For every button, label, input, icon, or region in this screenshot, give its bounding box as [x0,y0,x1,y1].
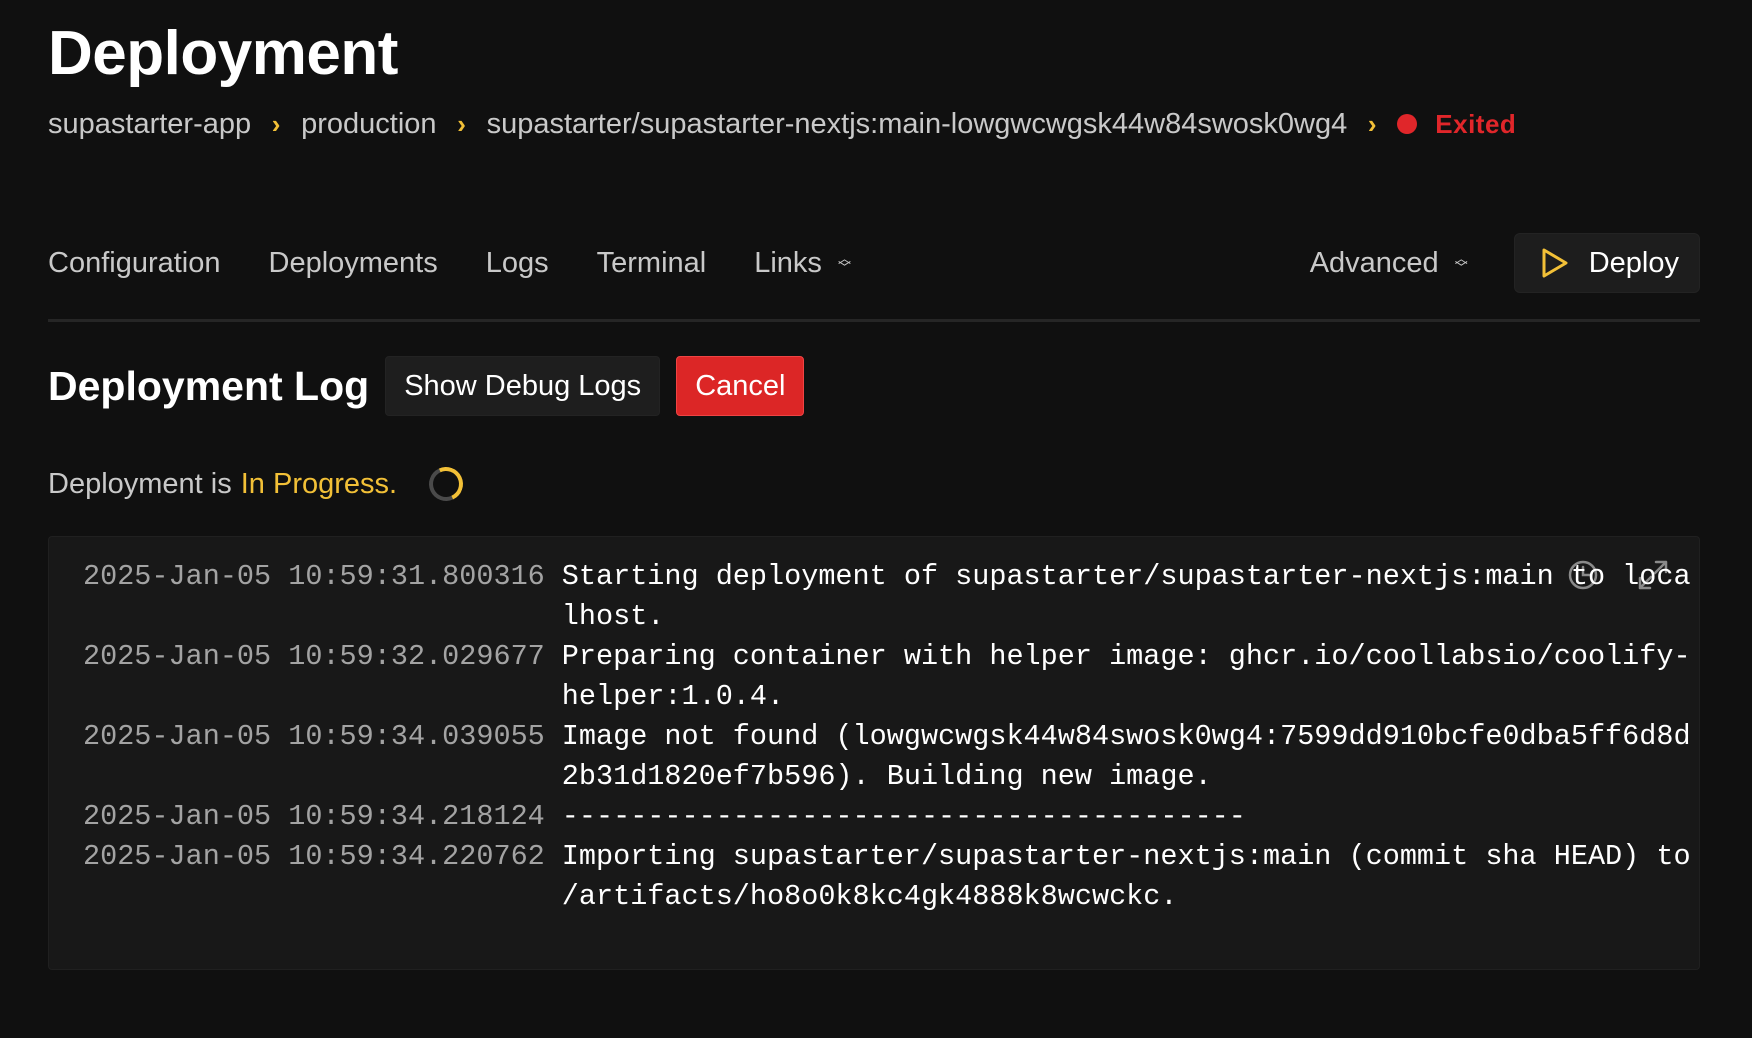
log-timestamp: 2025-Jan-05 10:59:34.220762 [83,840,545,873]
tab-configuration[interactable]: Configuration [48,247,221,280]
log-message: Starting deployment of supastarter/supas… [561,560,1691,633]
chevron-up-down-icon: ︿ ﹀ [1454,251,1468,275]
breadcrumb-application[interactable]: supastarter/supastarter-nextjs:main-lowg… [487,108,1348,141]
log-lines: 2025-Jan-05 10:59:31.800316 Starting dep… [83,557,1691,917]
deployment-log-title: Deployment Log [48,362,370,409]
log-timestamp: 2025-Jan-05 10:59:34.039055 [83,720,545,753]
log-line: 2025-Jan-05 10:59:32.029677 Preparing co… [83,637,1691,717]
deploy-button-label: Deploy [1588,246,1679,279]
log-line: 2025-Jan-05 10:59:34.220762 Importing su… [83,837,1691,917]
tab-terminal[interactable]: Terminal [597,247,707,280]
chevron-right-icon: › [1367,108,1377,139]
breadcrumb: supastarter-app › production › supastart… [48,104,1516,144]
deployment-status-value: In Progress. [240,467,398,500]
links-dropdown-label: Links [754,246,822,279]
tab-logs[interactable]: Logs [486,247,549,280]
deploy-button[interactable]: Deploy [1513,233,1700,293]
tab-deployments[interactable]: Deployments [269,247,438,280]
breadcrumb-project[interactable]: supastarter-app [48,108,251,141]
log-timestamp: 2025-Jan-05 10:59:31.800316 [83,560,545,593]
log-panel[interactable]: 2025-Jan-05 10:59:31.800316 Starting dep… [48,536,1700,970]
log-line: 2025-Jan-05 10:59:34.218124 ------------… [83,797,1683,837]
show-debug-logs-button[interactable]: Show Debug Logs [385,356,661,416]
page-title: Deployment [48,19,398,88]
app-nav: Configuration Deployments Logs Terminal … [48,232,1700,294]
log-line: 2025-Jan-05 10:59:31.800316 Starting dep… [83,557,1691,637]
chevron-right-icon: › [457,108,466,139]
links-dropdown[interactable]: Links ︿ ﹀ [754,247,851,280]
chevron-up-down-icon: ︿ ﹀ [837,251,851,275]
status-dot-icon [1397,114,1418,134]
log-message: Preparing container with helper image: g… [561,640,1691,713]
loading-spinner-icon [424,462,468,506]
log-timestamp: 2025-Jan-05 10:59:32.029677 [83,640,545,673]
nav-divider [48,319,1700,322]
log-message: ---------------------------------------- [561,800,1246,833]
log-message: Importing supastarter/supastarter-nextjs… [561,840,1691,913]
deployment-log-header: Deployment Log Show Debug Logs Cancel [48,356,805,416]
log-line: 2025-Jan-05 10:59:34.039055 Image not fo… [83,717,1691,797]
log-timestamp: 2025-Jan-05 10:59:34.218124 [83,800,545,833]
cancel-button[interactable]: Cancel [676,356,805,416]
advanced-dropdown[interactable]: Advanced ︿ ﹀ [1310,247,1468,280]
log-message: Image not found (lowgwcwgsk44w84swosk0wg… [561,720,1691,793]
advanced-dropdown-label: Advanced [1309,246,1439,279]
deployment-status-line: Deployment is In Progress. [48,462,468,506]
play-icon [1542,248,1568,278]
status-badge: Exited [1435,108,1517,139]
deployment-status-prefix: Deployment is [48,467,232,500]
chevron-right-icon: › [271,108,281,139]
breadcrumb-environment[interactable]: production [301,108,436,141]
nav-actions: Advanced ︿ ﹀ Deploy [1310,232,1700,294]
